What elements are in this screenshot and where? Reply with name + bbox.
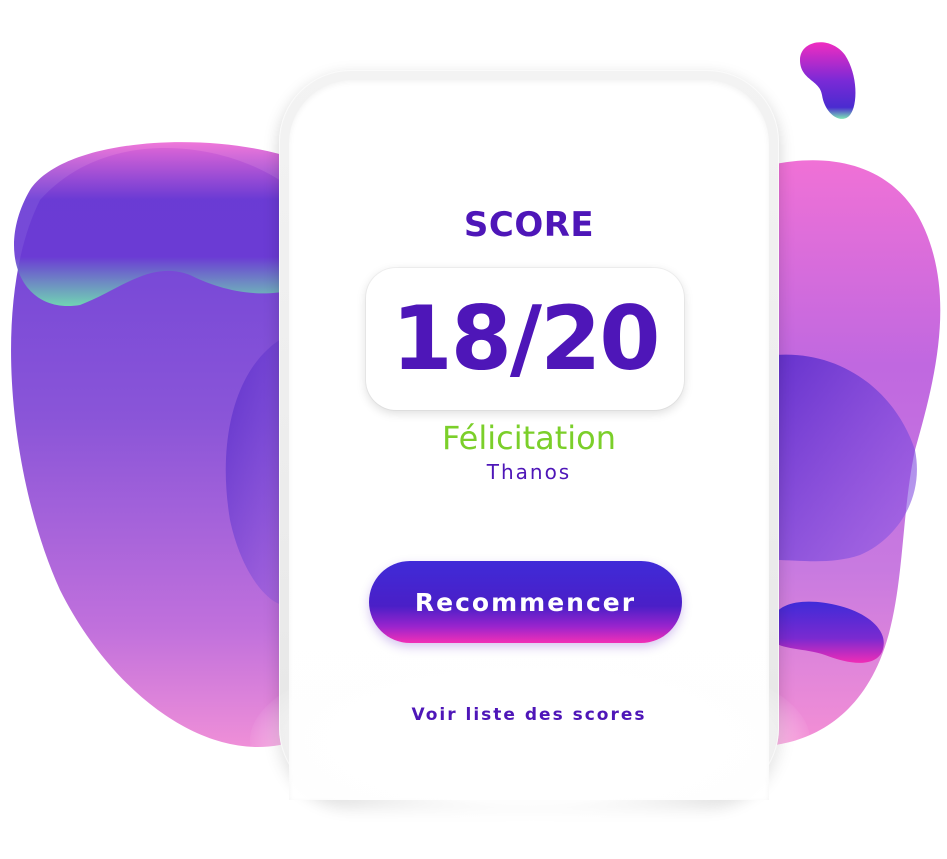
top-right-drop <box>800 42 856 119</box>
score-title: SCORE <box>463 205 595 245</box>
restart-button[interactable]: Recommencer <box>369 561 682 643</box>
view-scores-link[interactable]: Voir liste des scores <box>279 705 779 725</box>
score-screen: SCORE 18/20 Félicitation Thanos Recommen… <box>0 0 947 859</box>
score-value: 18/20 <box>391 287 660 390</box>
player-name: Thanos <box>486 460 572 484</box>
score-card: 18/20 <box>366 268 684 410</box>
congratulation-message: Félicitation <box>441 419 617 457</box>
